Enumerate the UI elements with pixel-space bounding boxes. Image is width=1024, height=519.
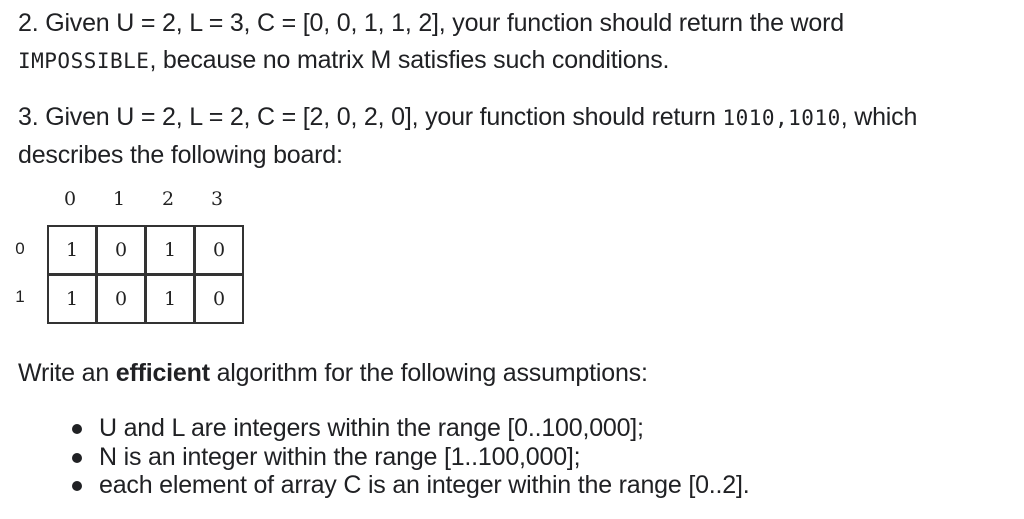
instruction-pre: Write an [18,359,116,387]
board-cell: 1 [47,225,97,275]
instruction-bold: efficient [115,359,210,387]
example-3-line-2: describes the following board: [18,141,343,169]
list-item: U and L are integers within the range [0… [0,414,749,443]
board-cell: 0 [96,274,146,324]
list-item: N is an integer within the range [1..100… [0,443,749,472]
assumptions-list: U and L are integers within the range [0… [0,414,750,500]
board-cell: 0 [194,225,244,275]
column-header: 3 [210,188,224,210]
assumption-text: each element of array C is an integer wi… [99,471,750,499]
instruction-paragraph: Write an efficient algorithm for the fol… [18,355,648,392]
row-header: 1 [15,287,25,306]
assumption-text: N is an integer within the range [1..100… [99,442,581,471]
bullet-icon [72,452,82,463]
example-3-line-1-post: , which [840,103,918,131]
bullet-icon [72,424,82,434]
board-cell: 1 [47,274,97,324]
example-3-line-1-pre: 3. Given U = 2, L = 2, C = [2, 0, 2, 0],… [18,103,723,131]
board-diagram: 0 1 2 3 0 1 1 0 1 0 1 0 1 0 [10,185,260,335]
example-2-line-1: 2. Given U = 2, L = 3, C = [0, 0, 1, 1, … [18,9,844,37]
board-cell: 1 [145,274,195,324]
example-2-line-2: , because no matrix M satisfies such con… [149,46,670,74]
example-2-paragraph: 2. Given U = 2, L = 3, C = [0, 0, 1, 1, … [18,5,844,80]
result-code: 1010,1010 [722,106,841,130]
column-header: 0 [63,188,77,210]
row-header: 0 [15,239,25,258]
board-cell: 0 [96,225,146,275]
column-header: 2 [161,188,175,210]
assumption-text: U and L are integers within the range [0… [99,414,644,442]
column-header: 1 [112,188,126,210]
board-cell: 0 [194,274,244,324]
bullet-icon [72,481,82,491]
board-cell: 1 [145,225,195,275]
instruction-post: algorithm for the following assumptions: [209,359,648,387]
impossible-code: IMPOSSIBLE [18,49,150,73]
list-item: each element of array C is an integer wi… [0,471,750,500]
example-3-paragraph: 3. Given U = 2, L = 2, C = [2, 0, 2, 0],… [18,99,917,174]
